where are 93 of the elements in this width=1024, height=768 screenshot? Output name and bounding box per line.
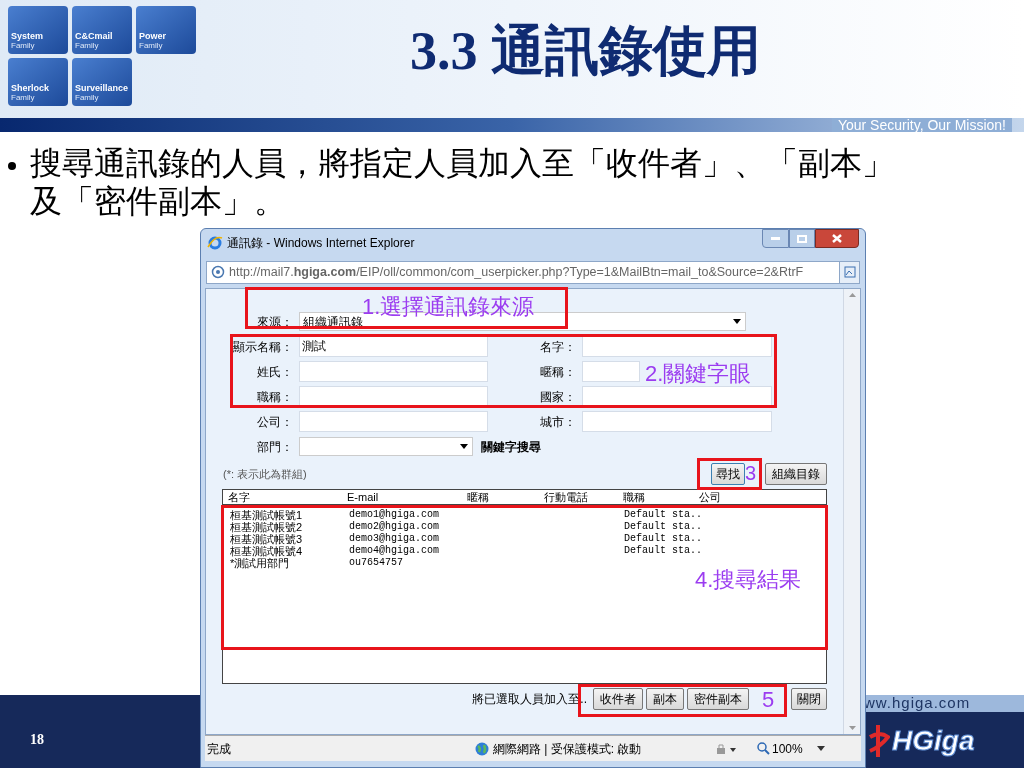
field-label: 公司： (256, 413, 293, 431)
page-number: 18 (30, 731, 44, 749)
lock-icon (715, 742, 737, 755)
dropdown-arrow-icon (816, 746, 825, 751)
field-label: 國家： (539, 388, 576, 406)
zoom-icon (757, 742, 770, 755)
add-to-label: 將已選取人員加入至.. (472, 691, 587, 708)
column-header[interactable]: 行動電話 (544, 490, 623, 504)
table-cell-text: Default sta.. (624, 509, 703, 521)
column-header[interactable]: 職稱 (623, 490, 699, 504)
add-recipient-button[interactable]: 副本 (646, 688, 684, 710)
field-label: 部門： (256, 438, 293, 456)
address-bar[interactable]: http://mail7.hgiga.com/EIP/oll/common/com_userpicker.php?Type=1&MailBtn=mail_to&Source=2&RtrF (206, 260, 860, 284)
field-label: 暱稱： (539, 363, 576, 381)
close-icon (832, 234, 842, 243)
column-header[interactable]: 名字 (228, 490, 347, 504)
directory-button[interactable]: 組織目錄 (765, 463, 827, 485)
security-zone-text: 網際網路 | 受保護模式: 啟動 (493, 740, 643, 758)
table-cell-text: demo4@hgiga.com (349, 545, 440, 557)
column-header[interactable]: E-mail (347, 490, 467, 504)
table-cell-text: *測試用部門 (230, 557, 290, 569)
annotation-label: 3 (745, 463, 757, 483)
field-label: 職稱： (256, 388, 293, 406)
department-dropdown[interactable] (299, 437, 473, 456)
tile-label: C&Cmail (75, 31, 114, 41)
compatibility-button[interactable] (839, 261, 859, 283)
text-field[interactable] (299, 411, 488, 432)
tile-sublabel: Family (75, 93, 100, 102)
text-field[interactable]: 測試 (299, 336, 488, 357)
table-cell-text: Default sta.. (624, 545, 703, 557)
column-header[interactable]: 暱稱 (467, 490, 544, 504)
zoom-level[interactable]: 100% (772, 739, 803, 758)
status-text: 完成 (206, 740, 232, 758)
tile-sublabel: Family (139, 41, 164, 50)
column-header[interactable]: 公司 (699, 490, 826, 504)
table-cell-text: Default sta.. (624, 521, 703, 533)
tile-label: Power (139, 31, 167, 41)
annotation-label: 5 (762, 687, 775, 713)
field-label: 顯示名稱： (232, 338, 293, 356)
dropdown-arrow-icon (460, 444, 468, 449)
table-cell-text: Default sta.. (624, 533, 703, 545)
group-note: (*: 表示此為群組) (223, 466, 308, 482)
minimize-icon (771, 237, 780, 240)
globe-icon (475, 741, 489, 756)
table-cell-text: 桓基測試帳號2 (230, 521, 304, 533)
close-button[interactable] (815, 229, 859, 248)
tile-sublabel: Family (11, 41, 36, 50)
field-label: 姓氏： (256, 363, 293, 381)
slogan-text: Your Security, Our Mission! (831, 118, 1012, 132)
maximize-icon (797, 234, 807, 243)
bullet-icon (8, 162, 16, 170)
scroll-down-icon (848, 726, 856, 730)
field-label: 名字： (539, 338, 576, 356)
text-field[interactable] (299, 386, 488, 407)
table-cell-text: ou7654757 (349, 557, 404, 569)
table-cell-text: demo3@hgiga.com (349, 533, 440, 545)
url-text: http://mail7.hgiga.com/EIP/oll/common/com_userpicker.php?Type=1&MailBtn=mail_to&Source=2&RtrF (229, 263, 805, 281)
text-field[interactable] (582, 361, 640, 382)
website-text: ww.hgiga.com (864, 693, 971, 714)
window-title: 通訊錄 - Windows Internet Explorer (227, 234, 416, 252)
text-field[interactable] (582, 411, 772, 432)
dropdown-arrow-icon (733, 319, 741, 324)
tile-label: Sherlock (11, 83, 51, 93)
annotation-label: 2.關鍵字眼 (645, 361, 752, 387)
table-cell-text: 桓基測試帳號4 (230, 545, 304, 557)
tile-sublabel: Family (11, 93, 36, 102)
slide-title: 3.3 通訊錄使用 (410, 20, 761, 83)
annotation-box (697, 458, 762, 490)
add-recipient-button[interactable]: 收件者 (593, 688, 643, 710)
maximize-button[interactable] (789, 229, 815, 248)
keyword-search-label: 關鍵字搜尋 (481, 438, 541, 456)
table-cell-text: demo1@hgiga.com (349, 509, 440, 521)
text-field[interactable] (299, 361, 488, 382)
scrollbar[interactable] (843, 289, 860, 734)
annotation-label: 4.搜尋結果 (695, 567, 802, 593)
tile-sublabel: Family (75, 41, 100, 50)
logo-text: HGiga (892, 726, 975, 756)
close-dialog-button[interactable]: 關閉 (791, 688, 827, 710)
browser-logo-icon (207, 234, 223, 251)
table-cell-text: 桓基測試帳號1 (230, 509, 304, 521)
tile-label: System (11, 31, 45, 41)
bullet-text: 搜尋通訊錄的人員，將指定人員加入至「收件者」、「副本」及「密件副本」。 (30, 144, 895, 220)
scroll-up-icon (848, 293, 856, 297)
text-field[interactable] (582, 336, 772, 357)
table-cell-text: 桓基測試帳號3 (230, 533, 304, 545)
logo-icon (868, 725, 890, 757)
table-cell-text: demo2@hgiga.com (349, 521, 440, 533)
add-recipient-button[interactable]: 密件副本 (687, 688, 749, 710)
minimize-button[interactable] (762, 229, 789, 248)
search-button[interactable]: 尋找 (711, 463, 745, 485)
field-label: 城市： (539, 413, 576, 431)
tile-label: Surveillance (75, 83, 129, 93)
text-field[interactable] (582, 386, 772, 407)
